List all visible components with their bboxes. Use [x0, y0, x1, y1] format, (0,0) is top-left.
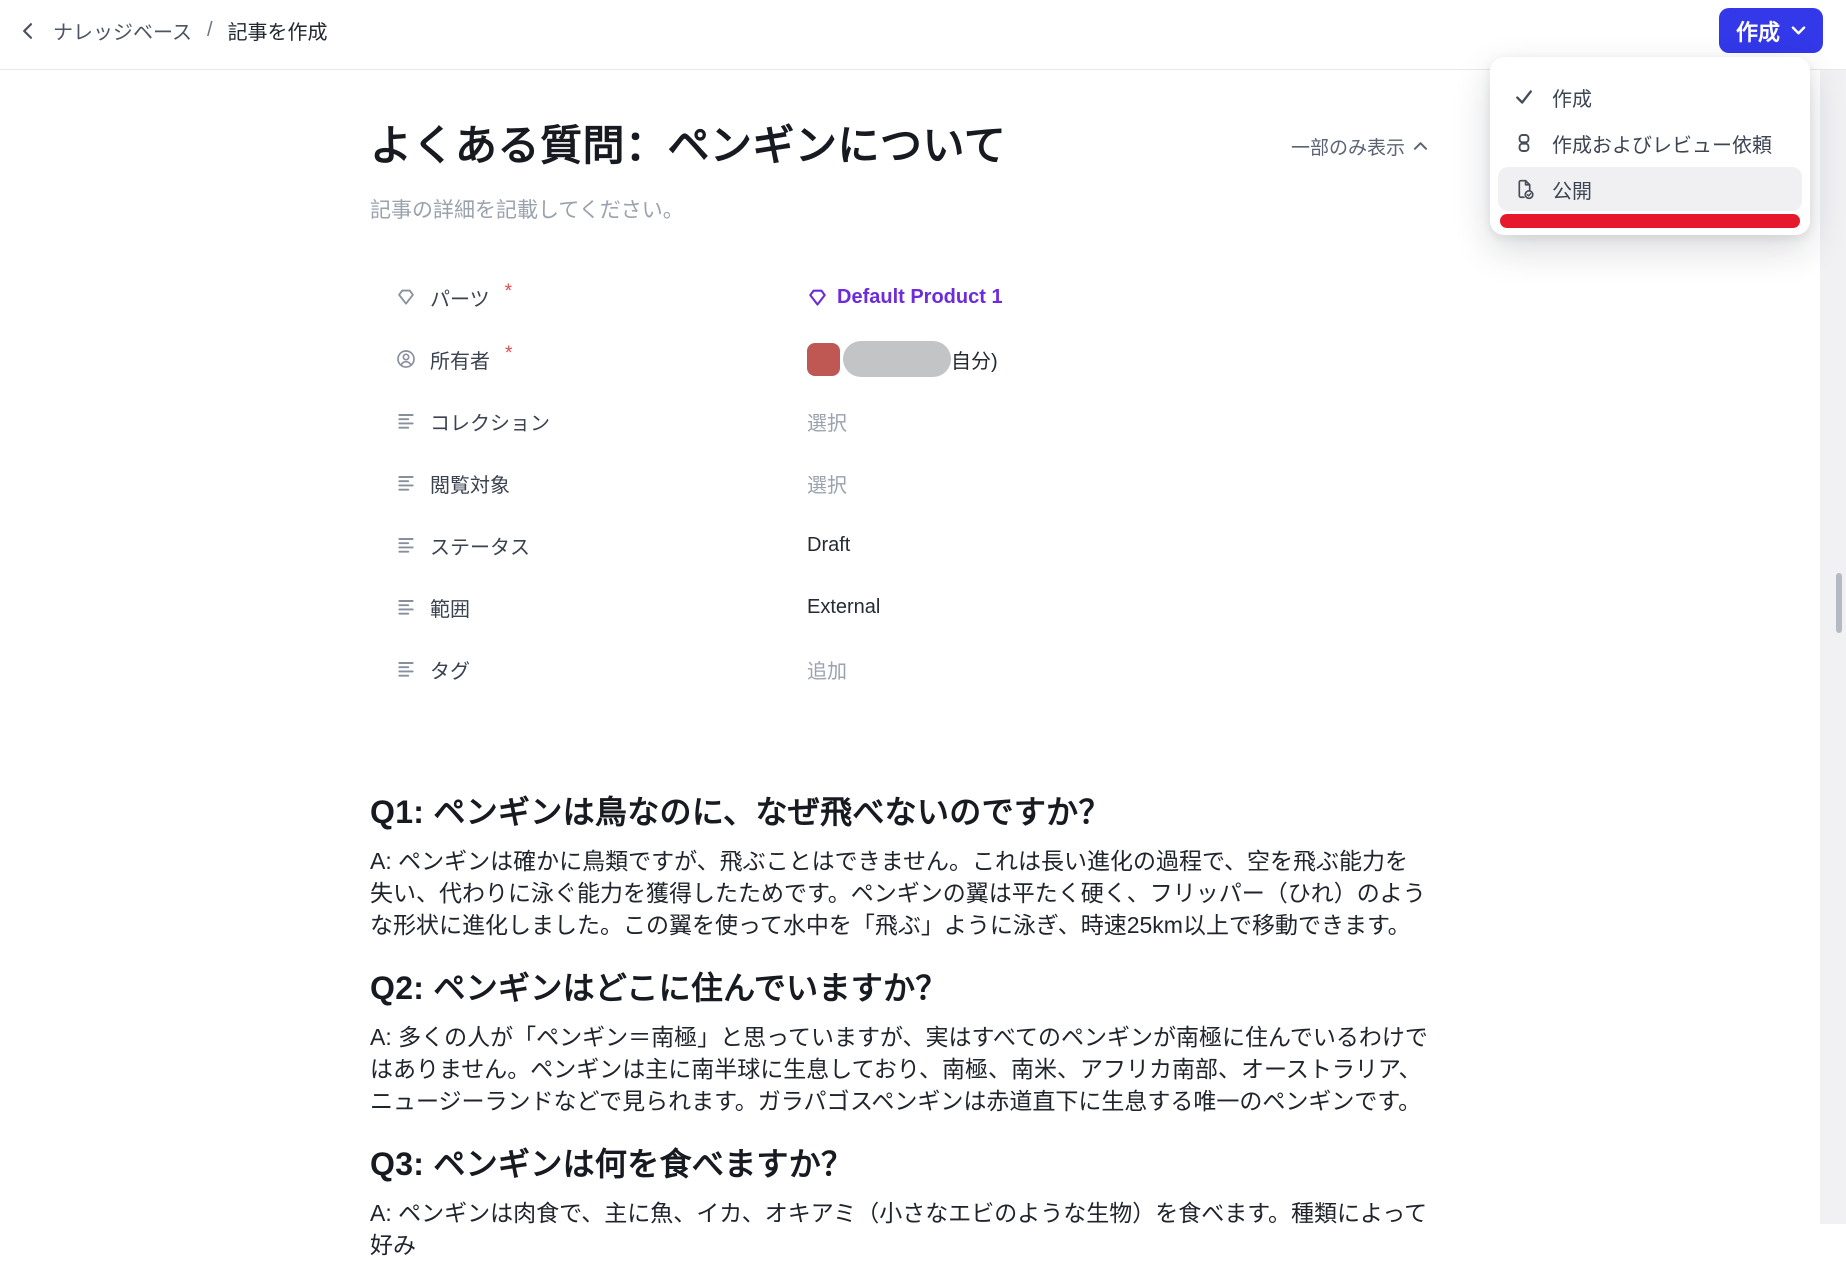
back-button[interactable]: [14, 18, 40, 44]
list-icon: [396, 597, 416, 617]
breadcrumb-current-page: 記事を作成: [227, 22, 328, 44]
field-label-text: 所有者: [430, 350, 490, 373]
product-name: Default Product 1: [837, 285, 1003, 308]
menu-item-create-and-request-review[interactable]: 作成およびレビュー依頼: [1498, 121, 1802, 165]
field-value-tags[interactable]: 追加: [807, 655, 1428, 684]
article-body-editor[interactable]: Q1: ペンギンは鳥なのに、なぜ飛べないのですか？ A: ペンギンは確かに鳥類で…: [370, 791, 1428, 1261]
chevron-down-icon: [1791, 25, 1806, 36]
red-annotation-underline: [1500, 214, 1800, 228]
article-title-input[interactable]: よくある質問：ペンギンについて: [370, 118, 1006, 174]
required-marker: *: [505, 343, 513, 364]
create-button-label: 作成: [1735, 19, 1780, 45]
required-marker: *: [504, 281, 513, 302]
list-icon: [396, 535, 416, 555]
question-3-heading[interactable]: Q3: ペンギンは何を食べますか？: [370, 1143, 1428, 1185]
owner-avatar: [807, 342, 840, 376]
field-row-scope: 範囲 External: [396, 576, 1428, 638]
menu-item-label: 作成: [1552, 88, 1592, 111]
show-partial-toggle[interactable]: 一部のみ表示: [1291, 133, 1428, 160]
owner-self-suffix: 自分): [951, 350, 998, 373]
field-label: 所有者 *: [396, 343, 807, 374]
field-label-text: ステータス: [430, 536, 530, 559]
product-chip: Default Product 1: [807, 286, 1003, 309]
field-label: コレクション: [396, 407, 807, 436]
field-label: 範囲: [396, 593, 807, 622]
chevron-up-icon: [1413, 141, 1428, 151]
menu-item-label: 作成およびレビュー依頼: [1552, 134, 1772, 157]
field-row-status: ステータス Draft: [396, 514, 1428, 576]
field-label-text: タグ: [430, 660, 470, 683]
title-row: よくある質問：ペンギンについて 一部のみ表示: [370, 118, 1428, 174]
field-label: ステータス: [396, 531, 807, 560]
field-label-text: 閲覧対象: [430, 474, 510, 497]
breadcrumb-separator: /: [207, 19, 213, 41]
menu-item-create[interactable]: 作成: [1498, 75, 1802, 119]
article-description-input[interactable]: 記事の詳細を記載してください。: [370, 196, 1428, 226]
show-partial-label: 一部のみ表示: [1290, 137, 1405, 159]
list-icon: [396, 411, 416, 431]
field-row-tags: タグ 追加: [396, 638, 1428, 700]
create-dropdown-menu: 作成 作成およびレビュー依頼 公開: [1490, 57, 1810, 235]
field-label: パーツ *: [396, 281, 807, 312]
gem-icon: [396, 287, 416, 307]
list-icon: [396, 473, 416, 493]
article-metadata-fields: パーツ * Default Product 1 所有者 * 自分) コレクション…: [396, 266, 1428, 700]
question-2-heading[interactable]: Q2: ペンギンはどこに住んでいますか？: [370, 967, 1428, 1009]
field-value-status[interactable]: Draft: [807, 534, 1428, 557]
field-label: タグ: [396, 655, 807, 684]
field-label-text: 範囲: [430, 598, 470, 621]
page-right-gutter: [1820, 56, 1846, 1224]
check-icon: [1512, 85, 1536, 109]
breadcrumb-knowledge-base[interactable]: ナレッジベース: [53, 16, 192, 45]
answer-2-paragraph[interactable]: A: 多くの人が「ペンギン＝南極」と思っていますが、実はすべてのペンギンが南極に…: [370, 1021, 1428, 1117]
field-row-audience: 閲覧対象 選択: [396, 452, 1428, 514]
owner-name-redacted: [843, 341, 951, 377]
field-label-text: コレクション: [430, 412, 550, 435]
create-button[interactable]: 作成: [1718, 8, 1823, 53]
field-row-parts: パーツ * Default Product 1: [396, 266, 1428, 328]
field-value-collection[interactable]: 選択: [807, 407, 1428, 436]
field-value-audience[interactable]: 選択: [807, 469, 1428, 498]
answer-3-paragraph[interactable]: A: ペンギンは肉食で、主に魚、イカ、オキアミ（小さなエビのような生物）を食べま…: [370, 1197, 1428, 1261]
chevron-left-icon: [19, 22, 35, 40]
article-editor: よくある質問：ペンギンについて 一部のみ表示 記事の詳細を記載してください。 パ…: [370, 70, 1428, 1261]
field-value-owner[interactable]: 自分): [807, 341, 1428, 377]
menu-item-label: 公開: [1552, 180, 1592, 203]
field-value-scope[interactable]: External: [807, 596, 1428, 619]
vertical-scrollbar-thumb[interactable]: [1836, 573, 1842, 633]
field-row-owner: 所有者 * 自分): [396, 328, 1428, 390]
answer-1-paragraph[interactable]: A: ペンギンは確かに鳥類ですが、飛ぶことはできません。これは長い進化の過程で、…: [370, 845, 1428, 941]
hourglass-icon: [1512, 131, 1536, 155]
breadcrumb: ナレッジベース / 記事を作成: [14, 16, 328, 45]
document-check-icon: [1512, 177, 1536, 201]
menu-item-publish[interactable]: 公開: [1498, 167, 1802, 211]
gem-icon: [807, 287, 828, 308]
user-circle-icon: [396, 349, 416, 369]
field-row-collection: コレクション 選択: [396, 390, 1428, 452]
field-label: 閲覧対象: [396, 469, 807, 498]
field-label-text: パーツ: [430, 288, 490, 311]
question-1-heading[interactable]: Q1: ペンギンは鳥なのに、なぜ飛べないのですか？: [370, 791, 1428, 833]
field-value-parts[interactable]: Default Product 1: [807, 286, 1428, 309]
list-icon: [396, 659, 416, 679]
